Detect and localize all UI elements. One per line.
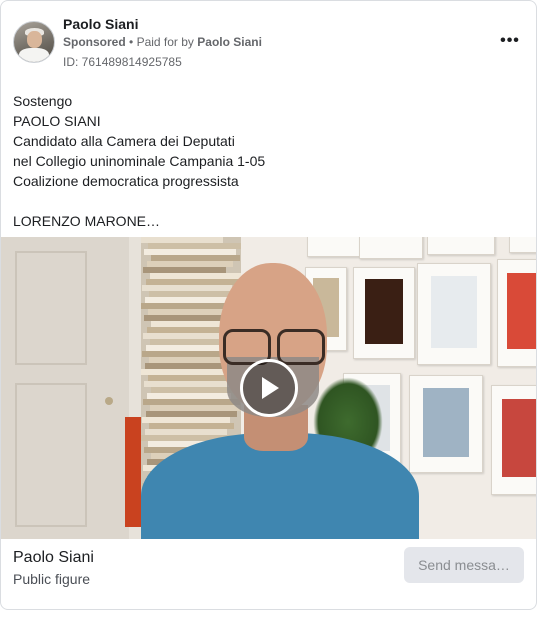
page-name[interactable]: Paolo Siani — [63, 16, 138, 32]
footer-page-name[interactable]: Paolo Siani — [13, 549, 94, 567]
video-thumbnail[interactable] — [1, 237, 536, 539]
post-body-text: Sostengo PAOLO SIANI Candidato alla Came… — [13, 93, 266, 229]
post-header: Paolo Siani Sponsored • Paid for by Paol… — [13, 13, 524, 69]
footer-category: Public figure — [13, 571, 91, 587]
paid-for-prefix: Paid for by — [136, 35, 194, 49]
ad-id: ID: 761489814925785 — [63, 55, 182, 69]
sponsored-line: Sponsored • Paid for by Paolo Siani — [63, 35, 262, 49]
door-background — [1, 237, 129, 539]
play-icon — [262, 377, 279, 399]
more-options-icon[interactable]: ••• — [496, 31, 524, 51]
more-horizontal-icon: ••• — [500, 32, 520, 49]
sponsored-label: Sponsored — [63, 35, 126, 49]
page-avatar[interactable] — [13, 21, 55, 63]
send-message-button[interactable]: Send messa… — [404, 547, 524, 583]
ad-card: Paolo Siani Sponsored • Paid for by Paol… — [0, 0, 537, 610]
payer-name[interactable]: Paolo Siani — [197, 35, 262, 49]
ad-footer: Paolo Siani Public figure Send messa… — [13, 547, 524, 597]
play-button[interactable] — [240, 359, 298, 417]
glasses — [221, 329, 325, 365]
separator-dot: • — [129, 35, 134, 49]
